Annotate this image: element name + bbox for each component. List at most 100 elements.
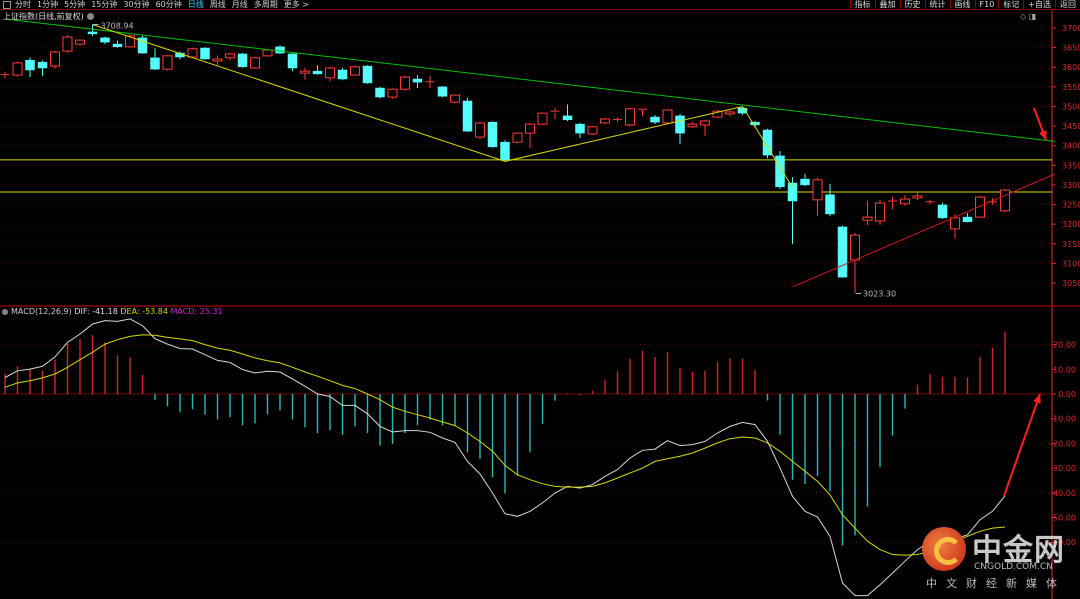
price-tick-label: 3250 [1062,201,1080,210]
toolbar-button[interactable]: 统计 [924,0,950,9]
macd-name: MACD(12,26,9) [11,307,72,316]
candle-body [725,111,735,115]
candle [350,65,360,76]
panel-toggle-icon[interactable]: ◨ [1029,12,1037,21]
low-price-label: 3023.30 [863,289,896,298]
candle [687,122,698,128]
candle-body [387,88,398,98]
toolbar-button[interactable]: 返回 [1055,0,1080,9]
candle [875,199,885,225]
candle [662,109,673,124]
candle-body [325,67,335,79]
candle-body [87,31,98,35]
toolbar-button[interactable]: +自选 [1023,0,1055,9]
arrow-head [1033,394,1041,404]
candle [50,50,60,69]
candle-body [12,62,23,76]
candle-body [662,109,673,124]
macd-header: MACD(12,26,9) DIF: -41.18 DEA: -53.84 MA… [2,307,223,316]
indicator-menu-icon[interactable] [2,309,8,315]
period-tab[interactable]: 30分钟 [123,0,149,9]
candle [500,140,510,162]
candle [437,86,448,98]
candle-body [187,48,198,58]
price-tick-label: 3050 [1062,279,1080,288]
period-tab[interactable]: 更多 > [284,0,309,9]
macd-tick-label: 20.00 [1053,341,1076,350]
candle [12,61,23,77]
candle [625,108,635,127]
price-tick-label: 3700 [1062,24,1080,33]
candle [900,195,910,206]
arrow-head [1039,130,1047,140]
price-tick-label: 3350 [1062,161,1080,170]
candle [587,126,598,135]
candle-body [962,216,973,223]
candle [62,35,73,53]
candle-body [237,53,248,68]
candle-body [75,39,85,45]
menu-icon[interactable] [3,0,11,9]
candle [0,71,10,79]
candle [287,53,298,72]
candle [100,36,110,45]
candle-body [112,43,123,48]
toolbar-button[interactable]: 标记 [998,0,1023,9]
period-tabs: 分时 1分钟 5分钟 15分钟 30分钟 60分钟 日线 周线 月线 多周期 更多 > [15,0,315,9]
window-icons: ◇ ◨ [1020,12,1036,21]
candle [525,123,535,149]
candle [550,107,560,120]
period-tab[interactable]: 60分钟 [156,0,182,9]
candle-body [1000,189,1010,212]
candle-body [412,78,423,83]
candle [237,53,248,68]
chevron-down-icon[interactable] [86,13,94,20]
diamond-icon[interactable]: ◇ [1020,12,1026,21]
candle [387,88,398,99]
candle-body [287,53,298,69]
period-tab[interactable]: 月线 [232,0,248,9]
candle [850,233,860,294]
period-toolbar: 分时 1分钟 5分钟 15分钟 30分钟 60分钟 日线 周线 月线 多周期 更多 > 指标 叠加 历史… [0,0,1080,10]
candle-body [37,61,48,69]
price-tick-label: 3200 [1062,220,1080,229]
macd-tick-label: -50.00 [1050,514,1076,523]
candle [87,24,98,36]
candle [512,132,523,144]
candle [200,47,210,60]
candle-body [212,58,223,62]
period-tab[interactable]: 多周期 [254,0,278,9]
candle-body [400,76,410,90]
candle-body [487,121,498,148]
candle-body [750,121,760,126]
toolbar-button[interactable]: 叠加 [874,0,900,9]
candle [937,202,948,220]
period-tab[interactable]: 周线 [210,0,226,9]
candle [112,40,123,48]
price-tick-label: 3500 [1062,102,1080,111]
toolbar-button[interactable]: F10 [974,0,999,9]
period-tab[interactable]: 1分钟 [37,0,58,9]
macd-tick-label: 0.00 [1058,390,1076,399]
chart-title: 上证指数(日线,前复权) [3,11,94,22]
candle-body [562,115,573,121]
price-tick-label: 3550 [1062,83,1080,92]
candle-body [687,123,698,128]
watermark: 中金网 CNGOLD.COM.CN 中文财经新媒体 [922,525,1080,599]
period-tab[interactable]: 分时 [15,0,31,9]
trendline-yellow [742,106,793,188]
period-tab[interactable]: 5分钟 [64,0,85,9]
candle [300,68,310,80]
candle [762,128,773,159]
toolbar-button[interactable]: 指标 [849,0,875,9]
toolbar-button[interactable]: 画线 [949,0,975,9]
toolbar-button[interactable]: 历史 [899,0,925,9]
period-tab[interactable]: 15分钟 [91,0,117,9]
candle-body [812,179,823,201]
candle-body [275,46,285,54]
period-tab[interactable]: 日线 [188,0,204,9]
trendline-red [792,173,1056,288]
candle-body [850,234,860,261]
candle [562,104,573,121]
candle [613,117,622,123]
